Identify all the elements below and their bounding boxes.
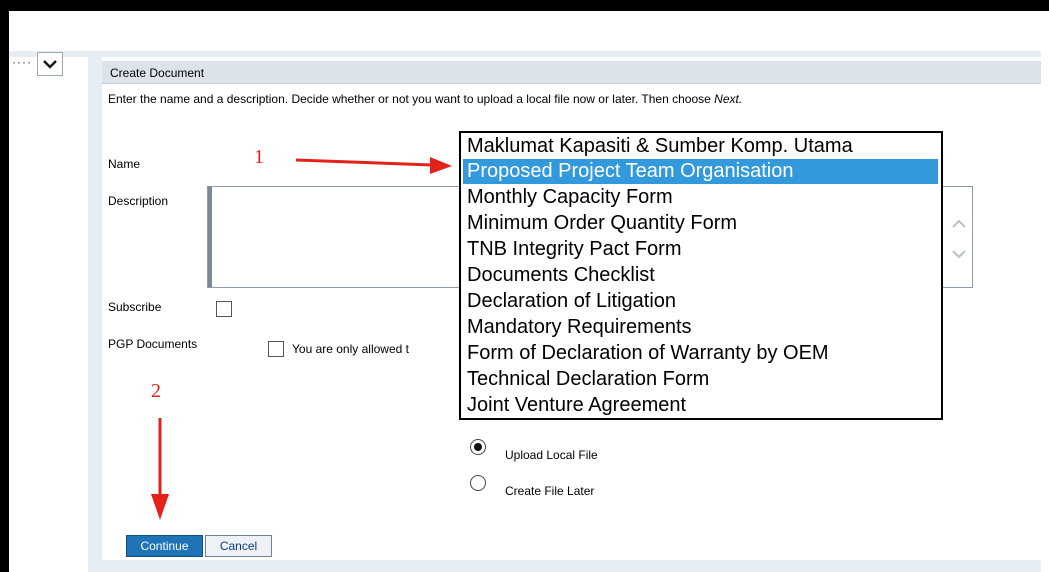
red-arrow-icon (151, 418, 169, 520)
red-arrow-icon (295, 157, 452, 174)
annotation-arrows (151, 157, 452, 520)
